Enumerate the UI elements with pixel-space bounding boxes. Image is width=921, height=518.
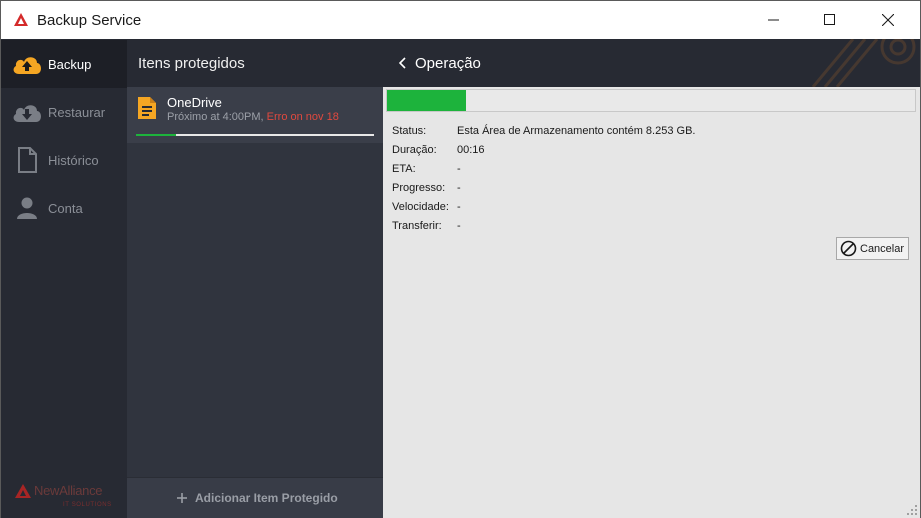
cancel-button[interactable]: Cancelar [836,237,909,260]
sidebar-item-label: Restaurar [48,104,106,120]
sidebar-item-restore[interactable]: Restaurar [1,88,128,136]
info-value: 00:16 [457,144,485,156]
document-icon [11,147,43,173]
info-value: - [457,201,461,213]
sidebar-item-label: Histórico [48,152,99,168]
info-value: Esta Área de Armazenamento contém 8.253 … [457,125,696,137]
info-key: Duração: [392,144,437,156]
add-protected-item-button[interactable]: Adicionar Item Protegido [127,477,383,518]
chevron-left-icon[interactable] [399,57,407,69]
info-key: Velocidade: [392,201,449,213]
operation-header: Operação [383,39,920,87]
info-key: Progresso: [392,182,446,194]
info-key: ETA: [392,163,416,175]
info-key: Transferir: [392,220,442,232]
maximize-button[interactable] [807,1,853,39]
panel-title: Itens protegidos [138,55,245,72]
cancel-icon [840,240,857,257]
window-title: Backup Service [37,12,142,29]
title-bar: Backup Service [0,0,921,39]
item-progress-bar [136,134,374,136]
operation-panel: Operação Status: Esta Área de Armazename… [383,39,921,518]
minimize-icon [768,19,779,21]
protected-items-panel: Itens protegidos OneDrive Próximo at 4:0… [127,39,383,518]
operation-title: Operação [415,55,481,72]
info-key: Status: [392,125,427,137]
cloud-download-icon [11,99,43,125]
sidebar-item-backup[interactable]: Backup [1,40,128,88]
close-button[interactable] [865,1,911,39]
brand-logo: NewAlliance IT SOLUTIONS [15,481,120,511]
add-item-label: Adicionar Item Protegido [195,491,338,505]
maximize-icon [824,14,835,25]
brand-tagline: IT SOLUTIONS [63,502,112,508]
item-name: OneDrive [167,95,222,110]
minimize-button[interactable] [751,1,797,39]
operation-progress-bar [386,89,916,112]
info-value: - [457,182,461,194]
item-progress-fill [136,134,177,136]
brand-name: NewAlliance [34,483,103,498]
item-next-run: Próximo at 4:00PM, [167,111,267,123]
decorative-pattern-icon [811,39,916,87]
info-value: - [457,220,461,232]
brand-mark-icon [15,484,31,498]
item-error: Erro on nov 18 [266,111,339,123]
app-body: Backup Restaurar Histórico Conta NewAlli… [0,39,921,518]
item-schedule: Próximo at 4:00PM, Erro on nov 18 [167,111,339,123]
sidebar: Backup Restaurar Histórico Conta NewAlli… [0,39,128,518]
plus-icon [177,493,187,503]
info-value: - [457,163,461,175]
operation-progress-fill [387,90,467,111]
cancel-label: Cancelar [860,243,905,255]
sidebar-item-account[interactable]: Conta [1,184,128,232]
sidebar-item-history[interactable]: Histórico [1,136,128,184]
protected-item-onedrive[interactable]: OneDrive Próximo at 4:00PM, Erro on nov … [127,87,383,143]
user-icon [11,195,43,221]
close-icon [882,14,894,26]
resize-grip-icon[interactable] [907,505,917,515]
cloud-upload-icon [11,51,43,77]
sidebar-item-label: Conta [48,200,83,216]
protected-items-header: Itens protegidos [127,39,383,87]
file-icon [138,97,156,119]
sidebar-item-label: Backup [48,56,92,72]
app-logo-icon [14,13,28,26]
